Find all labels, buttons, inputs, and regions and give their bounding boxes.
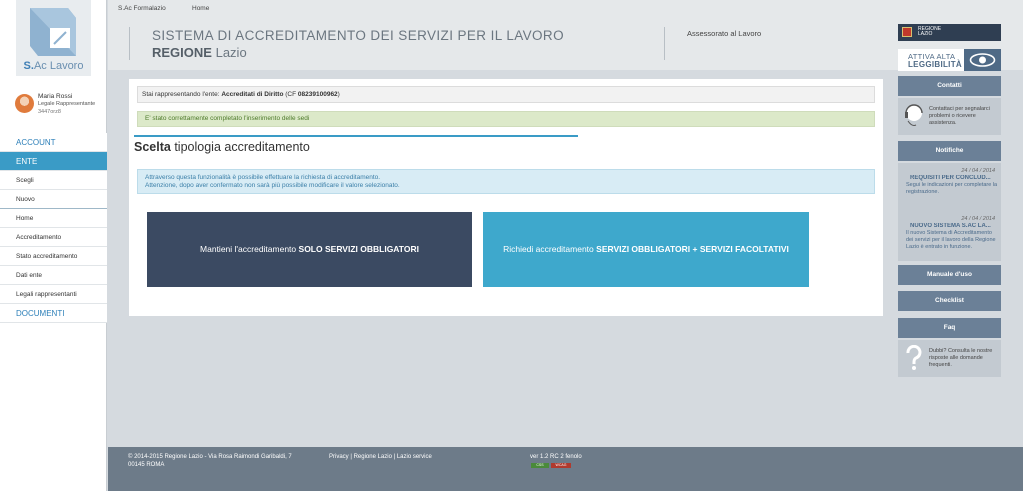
css-valid-badge[interactable]: CSS xyxy=(531,463,549,468)
logo-graphic-icon xyxy=(30,8,76,56)
success-alert: E' stato correttamente completato l'inse… xyxy=(137,111,875,127)
notifiche-panel: 24 / 04 / 2014 REQUISITI PER CONCLUD... … xyxy=(898,163,1001,261)
manuale-button[interactable]: Manuale d'uso xyxy=(898,265,1001,285)
ente-cf: 08239100962 xyxy=(297,91,338,98)
header-divider xyxy=(664,27,665,60)
info-line: Attenzione, dopo aver confermato non sar… xyxy=(145,181,400,189)
nav-scegli[interactable]: Scegli xyxy=(0,171,107,190)
section-title: Scelta tipologia accreditamento xyxy=(134,140,310,154)
notifiche-button[interactable]: Notifiche xyxy=(898,141,1001,161)
regione-badge-text: REGIONE LAZIO xyxy=(918,26,942,37)
breadcrumb: S.Ac Formalazio Home xyxy=(108,0,1023,17)
user-code: 3447orz8 xyxy=(38,109,61,115)
notification-title[interactable]: NUOVO SISTEMA S.AC LA... xyxy=(910,223,998,229)
notification-body: Segui le indicazioni per completare la r… xyxy=(906,182,998,195)
section-underline xyxy=(134,135,578,137)
contatti-text: Contattaci per segnalarci problemi o ric… xyxy=(929,106,990,126)
sidebar-nav: ACCOUNT ENTE Scegli Nuovo Home Accredita… xyxy=(0,133,107,323)
ente-prefix: Stai rappresentando l'ente: xyxy=(142,91,220,98)
faq-button[interactable]: Faq xyxy=(898,318,1001,338)
notification-date: 24 / 04 / 2014 xyxy=(961,216,995,222)
nav-home[interactable]: Home xyxy=(0,209,107,228)
notification-title[interactable]: REQUISITI PER CONCLUD... xyxy=(910,175,998,181)
user-role: Legale Rappresentante xyxy=(38,101,96,107)
ente-info-bar: Stai rappresentando l'ente: Accreditati … xyxy=(137,86,875,103)
nav-documenti[interactable]: DOCUMENTI xyxy=(0,304,107,323)
notification-date: 24 / 04 / 2014 xyxy=(961,168,995,174)
high-readability-toggle[interactable]: ATTIVA ALTA LEGGIBILITÀ xyxy=(898,49,1001,71)
ente-cf-prefix: (CF xyxy=(285,91,297,98)
nav-stato-accreditamento[interactable]: Stato accreditamento xyxy=(0,247,107,266)
main-content: Stai rappresentando l'ente: Accreditati … xyxy=(129,79,883,316)
page-header: SISTEMA DI ACCREDITAMENTO DEI SERVIZI PE… xyxy=(108,17,1023,70)
footer-copyright: © 2014-2015 Regione Lazio - Via Rosa Rai… xyxy=(128,454,292,468)
request-all-services-button[interactable]: Richiedi accreditamento SERVIZI OBBLIGAT… xyxy=(483,212,809,287)
eye-icon xyxy=(964,49,1001,71)
faq-text: Dubbi? Consulta le nostre risposte alle … xyxy=(929,348,993,368)
contatti-panel: Contattaci per segnalarci problemi o ric… xyxy=(898,98,1001,135)
avatar xyxy=(15,94,34,113)
nav-nuovo[interactable]: Nuovo xyxy=(0,190,107,209)
headset-icon xyxy=(905,104,923,126)
breadcrumb-sac-formalazio[interactable]: S.Ac Formalazio xyxy=(118,5,166,12)
info-line: Attraverso questa funzionalità è possibi… xyxy=(145,174,381,181)
logo-text: S.Ac Lavoro xyxy=(23,60,84,72)
question-mark-icon xyxy=(906,345,922,370)
ente-name: Accreditati di Diritto xyxy=(221,91,284,98)
contatti-button[interactable]: Contatti xyxy=(898,76,1001,96)
nav-ente[interactable]: ENTE xyxy=(0,152,107,171)
regione-emblem-icon xyxy=(902,27,912,37)
app-logo[interactable]: S.Ac Lavoro xyxy=(16,0,91,76)
page-footer: © 2014-2015 Regione Lazio - Via Rosa Rai… xyxy=(108,447,1023,491)
page-subtitle: REGIONE Lazio xyxy=(152,45,247,60)
footer-version: ver 1.2 RC 2 fenolo xyxy=(530,454,582,460)
ente-cf-suffix: ) xyxy=(337,91,340,98)
breadcrumb-home[interactable]: Home xyxy=(192,5,209,12)
nav-account[interactable]: ACCOUNT xyxy=(0,133,107,152)
checklist-button[interactable]: Checklist xyxy=(898,291,1001,311)
left-sidebar: S.Ac Lavoro Maria Rossi Legale Rappresen… xyxy=(0,0,107,491)
footer-links[interactable]: Privacy | Regione Lazio | Lazio service xyxy=(329,454,432,460)
info-alert: Attraverso questa funzionalità è possibi… xyxy=(137,169,875,194)
wcag-badge[interactable]: WCAG xyxy=(551,463,571,468)
nav-dati-ente[interactable]: Dati ente xyxy=(0,266,107,285)
keep-mandatory-services-button[interactable]: Mantieni l'accreditamento SOLO SERVIZI O… xyxy=(147,212,472,287)
readability-label-2: LEGGIBILITÀ xyxy=(908,60,962,69)
page-title: SISTEMA DI ACCREDITAMENTO DEI SERVIZI PE… xyxy=(152,28,564,43)
faq-panel: Dubbi? Consulta le nostre risposte alle … xyxy=(898,340,1001,377)
user-profile[interactable]: Maria Rossi Legale Rappresentante 3447or… xyxy=(15,92,107,122)
assessorato-label: Assessorato al Lavoro xyxy=(687,29,762,38)
notification-body: Il nuovo Sistema di Accreditamento dei s… xyxy=(906,230,996,250)
header-divider xyxy=(129,27,130,60)
nav-legali-rappresentanti[interactable]: Legali rappresentanti xyxy=(0,285,107,304)
nav-accreditamento[interactable]: Accreditamento xyxy=(0,228,107,247)
user-name: Maria Rossi xyxy=(38,93,73,100)
regione-lazio-badge[interactable]: REGIONE LAZIO xyxy=(898,24,1001,41)
